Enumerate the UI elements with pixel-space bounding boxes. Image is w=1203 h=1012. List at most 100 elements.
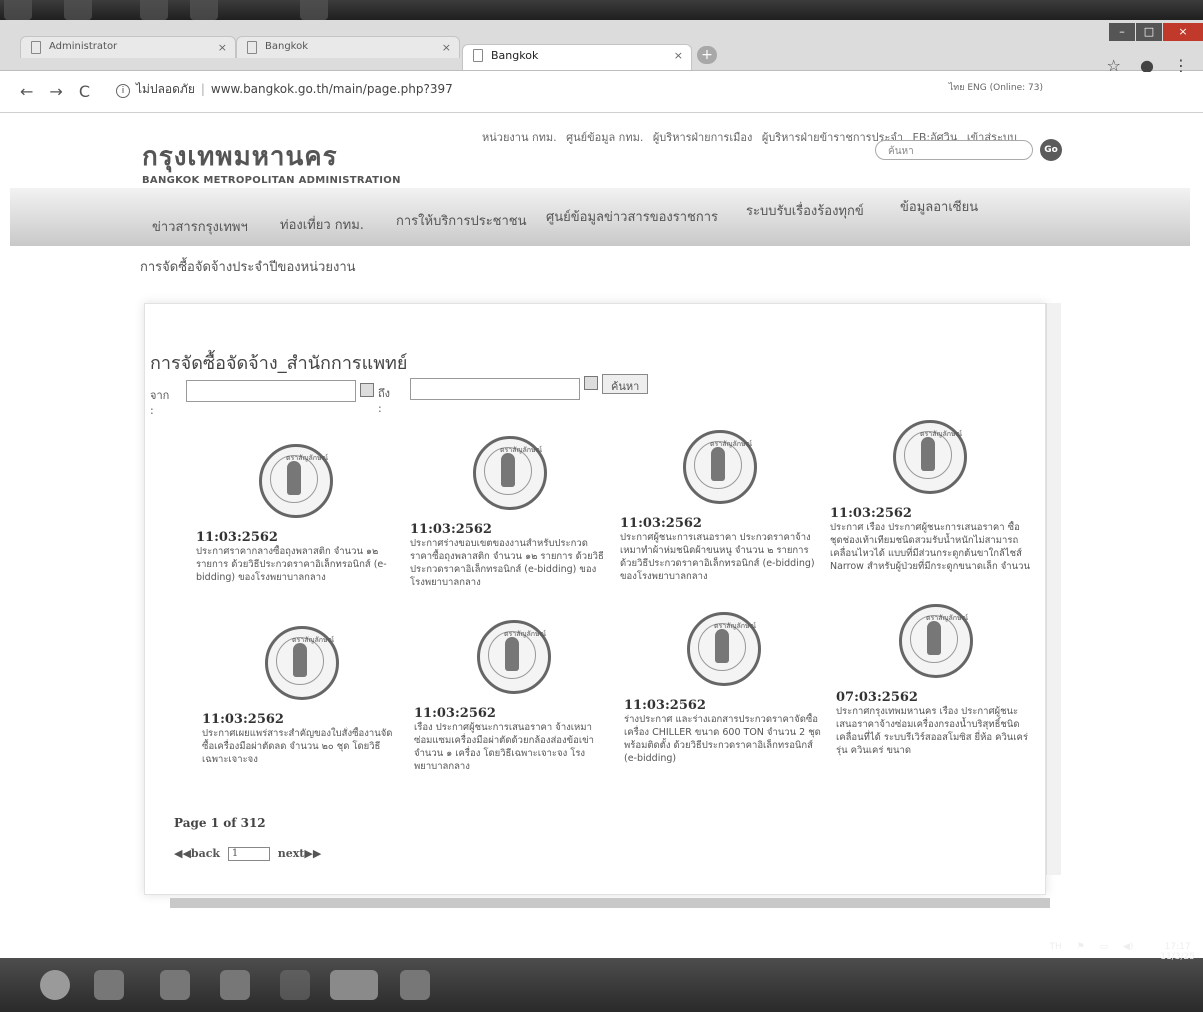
list-item[interactable]: ตราสัญลักษณ์ 11:03:2562 ประกาศเผยแพร่สาร… [202, 626, 402, 779]
close-tab-icon[interactable]: × [442, 41, 451, 54]
explorer-icon[interactable] [160, 970, 190, 1000]
top-link[interactable]: ศูนย์ข้อมูล กทม. [566, 131, 643, 144]
site-search-input[interactable]: ค้นหา [875, 140, 1033, 160]
info-icon[interactable]: i [116, 84, 130, 98]
chrome-icon[interactable] [330, 970, 378, 1000]
item-time: 11:03:2562 [410, 522, 492, 537]
document-icon [31, 41, 41, 54]
list-item[interactable]: ตราสัญลักษณ์ 11:03:2562 ประกาศผู้ชนะการเ… [620, 430, 820, 583]
item-time: 11:03:2562 [620, 516, 702, 531]
network-icon[interactable]: ▭ [1100, 942, 1109, 952]
explorer-icon [140, 0, 168, 20]
ie-icon [64, 0, 92, 20]
close-tab-icon[interactable]: × [218, 41, 227, 54]
top-link[interactable]: ผู้บริหารฝ่ายการเมือง [653, 131, 752, 144]
app-icon[interactable] [280, 970, 310, 1000]
search-button[interactable]: ค้นหา [602, 374, 649, 394]
go-button[interactable]: Go [1040, 139, 1062, 161]
address-bar: ← → C i ไม่ปลอดภัย | www.bangkok.go.th/main/p… [0, 72, 1203, 113]
list-item[interactable]: ตราสัญลักษณ์ 11:03:2562 เรื่อง ประกาศผู้… [414, 620, 614, 773]
minimize-icon[interactable]: – [1109, 23, 1135, 41]
page-indicator: Page 1 of 312 [174, 816, 266, 830]
menu-item-asean[interactable]: ข้อมูลอาเซียน [900, 196, 978, 217]
reload-icon[interactable]: C [79, 82, 90, 101]
pagination: ◀◀back 1 next▶▶ [174, 847, 321, 861]
page-title: การจัดซื้อจัดจ้าง_สำนักการแพทย์ [150, 353, 408, 374]
list-item[interactable]: ตราสัญลักษณ์ 11:03:2562 ประกาศร่างขอบเขต… [410, 436, 610, 589]
url-text[interactable]: www.bangkok.go.th/main/page.php?397 [211, 82, 453, 96]
maximize-icon[interactable]: □ [1136, 23, 1162, 41]
document-icon [247, 41, 257, 54]
system-tray: TH ⚑ ▭ ◀) 17:17 11/3/25 [1038, 942, 1196, 962]
item-time: 11:03:2562 [196, 530, 278, 545]
ie-icon[interactable] [94, 970, 124, 1000]
menu-item-news[interactable]: ข่าวสารกรุงเทพฯ [152, 216, 248, 237]
tab-bangkok-active[interactable]: Bangkok × [462, 44, 692, 70]
to-date-input[interactable] [410, 378, 580, 400]
bma-seal-icon: ตราสัญลักษณ์ [473, 436, 547, 510]
bma-seal-icon: ตราสัญลักษณ์ [259, 444, 333, 518]
security-label: ไม่ปลอดภัย [136, 82, 195, 96]
flag-icon[interactable]: ⚑ [1077, 942, 1085, 952]
logo-english: BANGKOK METROPOLITAN ADMINISTRATION [142, 175, 401, 186]
item-description[interactable]: ประกาศกรุงเทพมหานคร เรื่อง ประกาศผู้ชนะเ… [836, 705, 1036, 757]
close-tab-icon[interactable]: × [674, 49, 683, 62]
list-item[interactable]: ตราสัญลักษณ์ 07:03:2562 ประกาศกรุงเทพมหา… [836, 604, 1036, 757]
next-link[interactable]: next▶▶ [278, 847, 322, 860]
breadcrumb[interactable]: การจัดซื้อจัดจ้างประจำปีของหน่วยงาน [140, 256, 356, 277]
site-logo[interactable]: กรุงเทพมหานคร BANGKOK METROPOLITAN ADMIN… [142, 136, 401, 186]
item-time: 11:03:2562 [202, 712, 284, 727]
calendar-icon[interactable] [360, 383, 374, 397]
item-time: 11:03:2562 [830, 506, 912, 521]
bma-seal-icon: ตราสัญลักษณ์ [477, 620, 551, 694]
to-label: ถึง : [378, 387, 391, 415]
menu-item-services[interactable]: การให้บริการประชาชน [396, 210, 527, 231]
item-description[interactable]: ประกาศ เรื่อง ประกาศผู้ชนะการเสนอราคา ซื… [830, 521, 1030, 573]
close-window-icon[interactable]: × [1163, 23, 1203, 41]
top-link[interactable]: หน่วยงาน กทม. [482, 131, 557, 144]
bma-seal-icon: ตราสัญลักษณ์ [683, 430, 757, 504]
list-item[interactable]: ตราสัญลักษณ์ 11:03:2562 ประกาศ เรื่อง ปร… [830, 420, 1030, 573]
item-description[interactable]: ประกาศร่างขอบเขตของงานสำหรับประกวดราคาซื… [410, 537, 610, 589]
tab-bangkok-1[interactable]: Bangkok × [236, 36, 460, 58]
volume-icon[interactable]: ◀) [1123, 942, 1133, 952]
horizontal-scrollbar[interactable] [170, 898, 1050, 908]
logo-thai: กรุงเทพมหานคร [142, 142, 338, 172]
clock[interactable]: 17:17 11/3/25 [1148, 942, 1195, 962]
menu-item-info-center[interactable]: ศูนย์ข้อมูลข่าวสารของราชการ [546, 206, 718, 227]
list-item[interactable]: ตราสัญลักษณ์ 11:03:2562 ร่างประกาศ และร่… [624, 612, 824, 765]
forward-arrow-icon[interactable]: → [49, 82, 62, 101]
media-player-icon[interactable] [220, 970, 250, 1000]
language-links[interactable]: ไทย ENG (Online: 73) [949, 80, 1043, 94]
from-date-input[interactable] [186, 380, 356, 402]
url-field[interactable]: i ไม่ปลอดภัย | www.bangkok.go.th/main/page.… [116, 80, 453, 99]
start-button-icon[interactable] [40, 970, 70, 1000]
vertical-scrollbar[interactable] [1046, 303, 1061, 875]
page-select[interactable]: 1 [227, 847, 270, 861]
item-description[interactable]: ประกาศผู้ชนะการเสนอราคา ประกวดราคาจ้างเห… [620, 531, 820, 583]
calendar-icon[interactable] [584, 376, 598, 390]
menu-item-tourism[interactable]: ท่องเที่ยว กทม. [280, 214, 364, 235]
item-description[interactable]: เรื่อง ประกาศผู้ชนะการเสนอราคา จ้างเหมาซ… [414, 721, 614, 773]
document-app-icon[interactable] [400, 970, 430, 1000]
item-description[interactable]: ร่างประกาศ และร่างเอกสารประกวดราคาจัดซื้… [624, 713, 824, 765]
from-label: จาก : [150, 389, 170, 417]
bma-seal-icon: ตราสัญลักษณ์ [893, 420, 967, 494]
main-menu: ข่าวสารกรุงเทพฯ ท่องเที่ยว กทม. การให้บร… [10, 188, 1190, 246]
bma-seal-icon: ตราสัญลักษณ์ [687, 612, 761, 686]
back-link[interactable]: ◀◀back [174, 847, 220, 860]
tab-administrator[interactable]: Administrator × [20, 36, 236, 58]
back-arrow-icon[interactable]: ← [20, 82, 33, 101]
item-description[interactable]: ประกาศเผยแพร่สาระสำคัญของใบสั่งซื้องานจั… [202, 727, 402, 779]
item-description[interactable]: ประกาศราคากลางซื้อถุงพลาสติก จำนวน ๑๒ รา… [196, 545, 396, 597]
taskbar [0, 958, 1203, 1012]
item-time: 11:03:2562 [624, 698, 706, 713]
window-controls: – □ × [1108, 20, 1203, 41]
new-tab-button[interactable]: + [697, 46, 717, 64]
list-item[interactable]: ตราสัญลักษณ์ 11:03:2562 ประกาศราคากลางซื… [196, 444, 396, 597]
item-time: 11:03:2562 [414, 706, 496, 721]
os-top-strip [0, 0, 1203, 20]
menu-item-complaints[interactable]: ระบบรับเรื่องร้องทุกข์ [746, 200, 864, 221]
language-indicator[interactable]: TH [1050, 942, 1062, 952]
item-time: 07:03:2562 [836, 690, 918, 705]
